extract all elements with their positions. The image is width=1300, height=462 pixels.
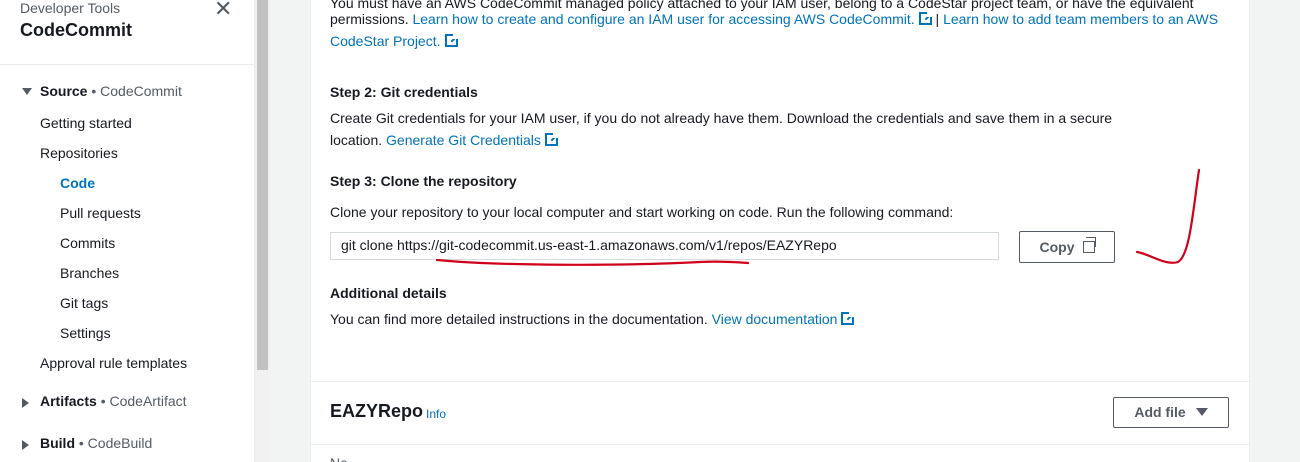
additional-details-text: You can find more detailed instructions … [330, 308, 856, 330]
service-title[interactable]: CodeCommit [20, 20, 132, 41]
external-link-icon [918, 11, 933, 25]
close-icon[interactable]: ✕ [214, 0, 232, 20]
repository-title: EAZYRepo [330, 401, 424, 421]
add-file-button[interactable]: Add file [1113, 397, 1229, 428]
generate-git-credentials-link[interactable]: Generate Git Credentials [386, 132, 559, 148]
info-link[interactable]: Info [426, 407, 446, 421]
caret-down-icon [1195, 408, 1208, 416]
name-column-header: Na [330, 455, 348, 462]
sidebar-item-settings[interactable]: Settings [60, 325, 111, 341]
repository-panel [310, 381, 1250, 462]
clone-command-field[interactable]: git clone https://git-codecommit.us-east… [330, 232, 999, 260]
external-link-icon [841, 311, 856, 325]
view-documentation-link[interactable]: View documentation [712, 311, 856, 327]
iam-user-link[interactable]: Learn how to create and configure an IAM… [412, 11, 933, 27]
sidebar-item-commits[interactable]: Commits [60, 235, 115, 251]
step2-text-line2: location. Generate Git Credentials [330, 129, 559, 151]
copy-button[interactable]: Copy [1019, 231, 1115, 263]
codestar-team-link[interactable]: Learn how to add team members to an AWS [943, 11, 1218, 27]
step1-text-line3: CodeStar Project. [330, 30, 459, 52]
sidebar-scrollbar-thumb[interactable] [257, 0, 268, 370]
sidebar-section-build[interactable]: Build • CodeBuild [40, 435, 152, 451]
external-link-icon [544, 132, 559, 146]
expand-down-icon[interactable] [22, 88, 32, 95]
sidebar-item-repositories[interactable]: Repositories [40, 145, 118, 161]
codestar-team-link-cont[interactable]: CodeStar Project. [330, 33, 459, 49]
expand-right-icon[interactable] [22, 398, 29, 408]
sidebar-item-code[interactable]: Code [60, 175, 95, 191]
step2-heading: Step 2: Git credentials [330, 84, 478, 100]
sidebar-item-git-tags[interactable]: Git tags [60, 295, 108, 311]
copy-icon [1082, 237, 1096, 253]
step1-text-line2: permissions. Learn how to create and con… [330, 11, 1219, 27]
sidebar-item-getting-started[interactable]: Getting started [40, 115, 132, 131]
external-link-icon [444, 33, 459, 47]
sidebar-item-branches[interactable]: Branches [60, 265, 119, 281]
sidebar-divider [0, 64, 255, 65]
step3-heading: Step 3: Clone the repository [330, 173, 517, 189]
sidebar-item-pull-requests[interactable]: Pull requests [60, 205, 141, 221]
repository-panel-divider [311, 444, 1249, 445]
sidebar-section-artifacts[interactable]: Artifacts • CodeArtifact [40, 393, 187, 409]
sidebar-item-approval-rule-templates[interactable]: Approval rule templates [40, 355, 187, 371]
sidebar: Developer Tools CodeCommit ✕ Source • Co… [0, 0, 255, 462]
additional-details-heading: Additional details [330, 285, 447, 301]
sidebar-section-source[interactable]: Source • CodeCommit [40, 83, 182, 99]
expand-right-icon[interactable] [22, 440, 29, 450]
step3-description: Clone your repository to your local comp… [330, 204, 954, 220]
service-category: Developer Tools [20, 0, 121, 16]
step2-text: Create Git credentials for your IAM user… [330, 110, 1113, 126]
